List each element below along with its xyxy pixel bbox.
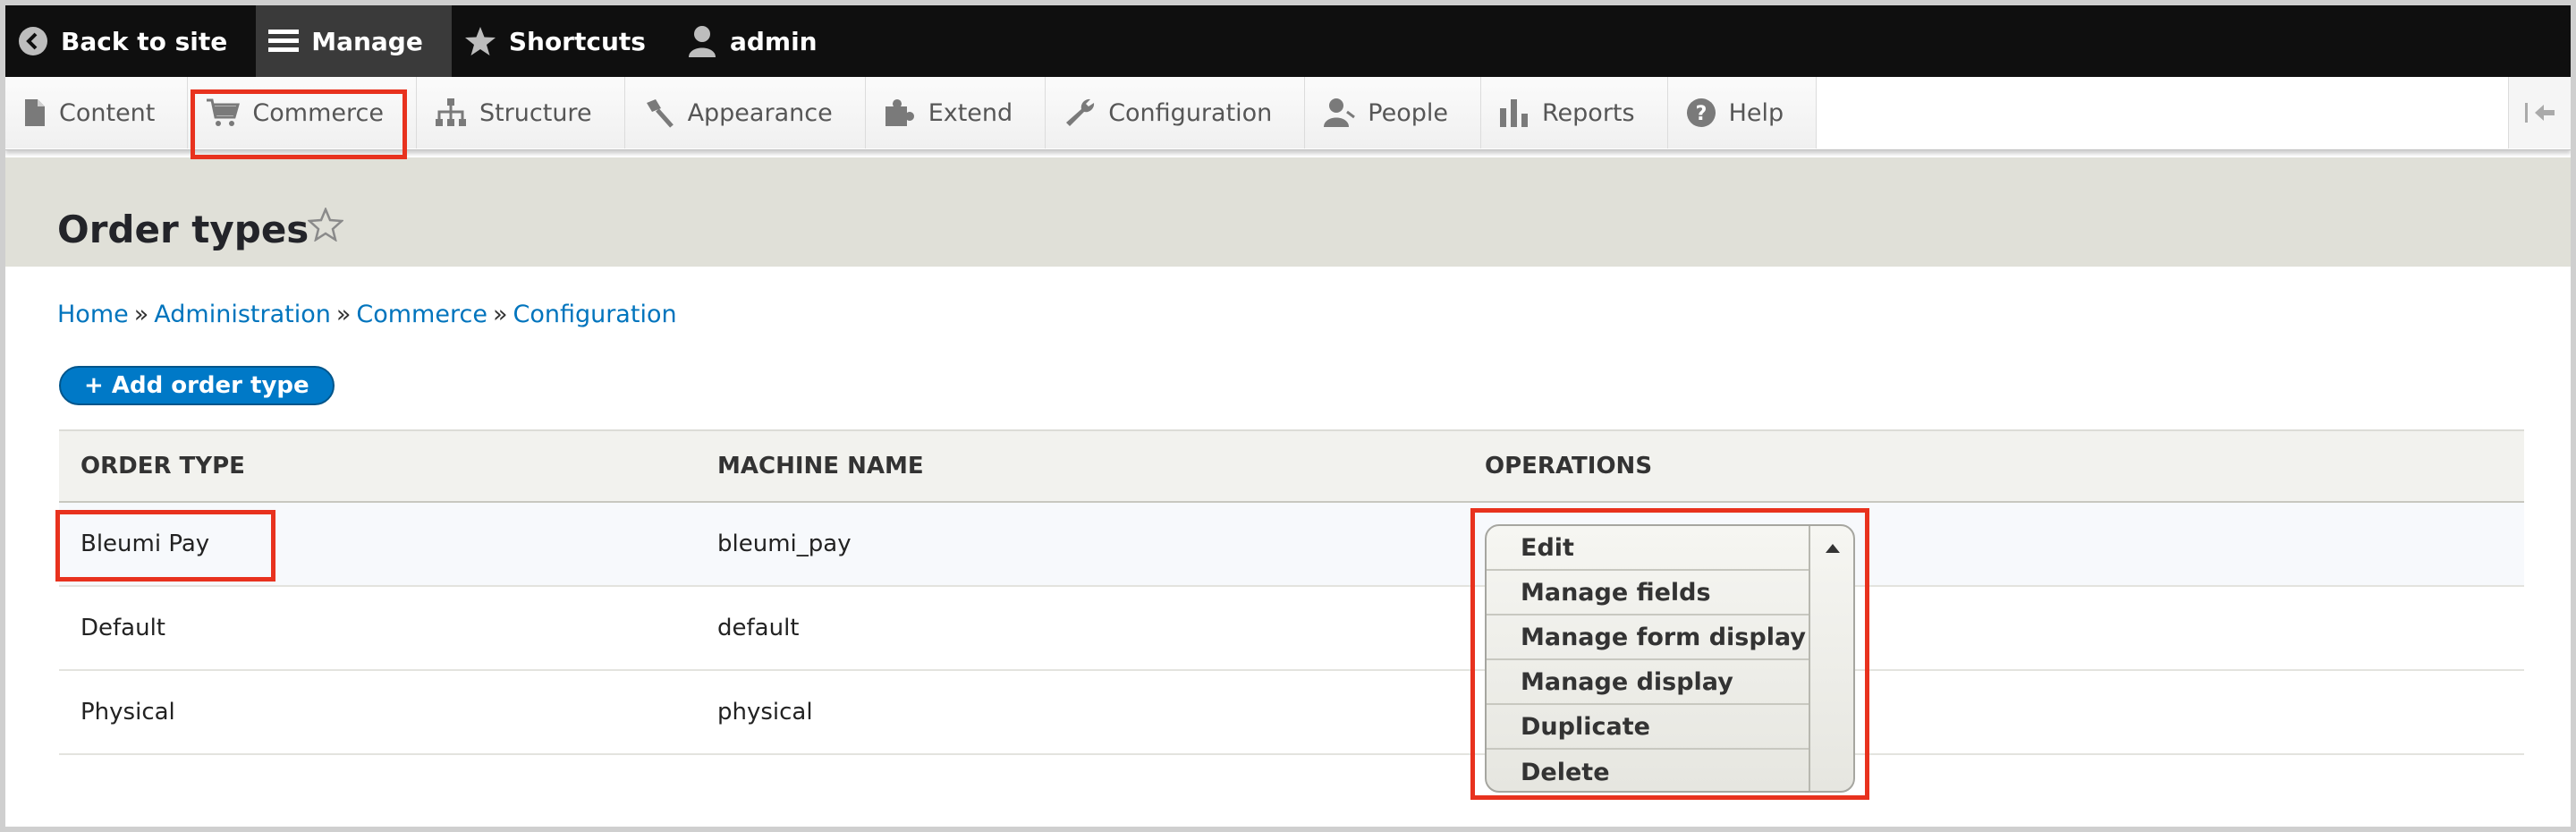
machine-name-cell: bleumi_pay [717,531,852,557]
sitemap-icon [435,98,466,126]
breadcrumb-separator: » [492,301,508,328]
file-icon [25,99,45,126]
brush-icon [646,99,674,128]
browser-frame: Back to site Manage Shortcuts admin Cont… [0,0,2576,832]
highlight-operations [1470,508,1869,800]
column-header-order-type[interactable]: ORDER TYPE [80,453,245,480]
table-row: Default default [59,587,2524,671]
tray-item-label: People [1368,98,1448,127]
tray-item-label: Appearance [687,98,833,127]
machine-name-cell: default [717,615,800,641]
wrench-icon [1066,98,1095,126]
page-title: Order types [57,208,309,251]
manage-label: Manage [311,26,423,56]
breadcrumb-commerce[interactable]: Commerce [356,301,487,328]
help-icon: ? [1686,98,1716,127]
user-icon [688,26,716,57]
tray-item-structure[interactable]: Structure [416,77,625,149]
column-header-operations: OPERATIONS [1485,453,1653,480]
user-tab[interactable]: admin [674,5,846,77]
table-header: ORDER TYPE MACHINE NAME OPERATIONS [59,429,2524,503]
shortcut-star-icon[interactable] [308,208,343,242]
order-type-cell: Default [80,615,165,641]
puzzle-icon [885,99,914,126]
tray-item-help[interactable]: ? Help [1667,77,1818,149]
tray-item-label: Content [59,98,156,127]
breadcrumb-separator: » [133,301,149,328]
tray-item-content[interactable]: Content [5,77,189,149]
shortcuts-tab[interactable]: Shortcuts [452,5,674,77]
tray-item-configuration[interactable]: Configuration [1046,77,1306,149]
breadcrumb-separator: » [335,301,352,328]
tray-item-appearance[interactable]: Appearance [624,77,866,149]
breadcrumb-configuration[interactable]: Configuration [513,301,676,328]
breadcrumb-administration[interactable]: Administration [154,301,331,328]
manage-tab[interactable]: Manage [256,5,452,77]
breadcrumb-home[interactable]: Home [57,301,129,328]
user-label: admin [729,26,818,56]
highlight-bleumi-pay [55,510,275,582]
admin-toolbar: Back to site Manage Shortcuts admin [5,5,2571,77]
hamburger-icon [268,30,300,52]
bar-chart-icon [1500,99,1528,127]
table-row: Physical physical [59,671,2524,755]
svg-text:?: ? [1695,103,1707,125]
tray-orientation-toggle[interactable] [2508,77,2571,149]
person-icon [1324,98,1356,127]
tray-spacer [1817,77,2508,149]
tray-item-label: Reports [1542,98,1635,127]
table-row: Bleumi Pay bleumi_pay [59,503,2524,587]
highlight-commerce [191,89,407,159]
add-order-type-button[interactable]: + Add order type [59,366,335,405]
tray-item-label: Configuration [1108,98,1273,127]
back-arrow-icon [19,27,47,55]
tray-item-people[interactable]: People [1305,77,1481,149]
back-to-site-label: Back to site [61,26,228,56]
tray-item-extend[interactable]: Extend [865,77,1046,149]
order-types-table: ORDER TYPE MACHINE NAME OPERATIONS Bleum… [59,429,2524,755]
column-header-machine-name: MACHINE NAME [717,453,924,480]
order-type-cell: Physical [80,699,175,726]
tray-item-label: Extend [928,98,1013,127]
shortcuts-label: Shortcuts [508,26,646,56]
machine-name-cell: physical [717,699,813,726]
star-icon [464,27,496,55]
tray-item-reports[interactable]: Reports [1481,77,1668,149]
tray-item-label: Structure [479,98,592,127]
collapse-icon [2524,103,2555,123]
tray-item-label: Help [1728,98,1784,127]
page-header: Order types [5,157,2571,267]
back-to-site-link[interactable]: Back to site [5,5,256,77]
breadcrumb: Home» Administration» Commerce» Configurati… [57,301,677,328]
